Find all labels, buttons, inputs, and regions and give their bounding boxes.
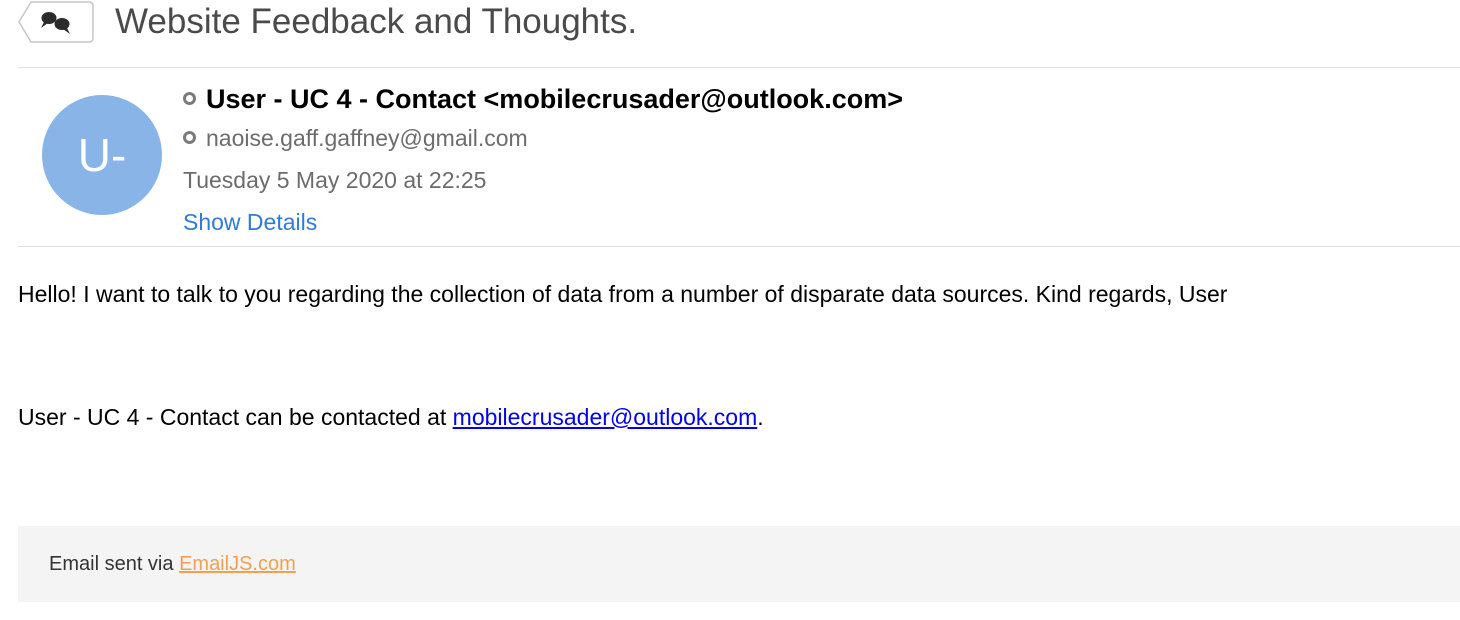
status-dot-icon [183, 92, 196, 106]
subject-bar: Website Feedback and Thoughts. [0, 0, 1460, 48]
status-dot-icon [183, 131, 196, 145]
speech-bubbles-icon [18, 1, 94, 43]
avatar: U- [42, 95, 162, 215]
footer-prefix: Email sent via [49, 553, 180, 575]
sent-date: Tuesday 5 May 2020 at 22:25 [183, 167, 487, 193]
from-line[interactable]: User - UC 4 - Contact <mobilecrusader@ou… [183, 82, 903, 116]
email-footer: Email sent via EmailJS.com [18, 526, 1460, 602]
subject-title: Website Feedback and Thoughts. [115, 2, 638, 41]
message-paragraph: Hello! I want to talk to you regarding t… [18, 281, 1228, 307]
from-address[interactable]: User - UC 4 - Contact <mobilecrusader@ou… [206, 84, 903, 114]
contact-line: User - UC 4 - Contact can be contacted a… [18, 402, 764, 432]
header-divider-top [18, 67, 1460, 68]
contact-prefix: User - UC 4 - Contact can be contacted a… [18, 404, 453, 430]
show-details-link[interactable]: Show Details [183, 207, 317, 237]
to-line[interactable]: naoise.gaff.gaffney@gmail.com [183, 123, 528, 153]
header-divider-bottom [18, 246, 1460, 247]
contact-email-link[interactable]: mobilecrusader@outlook.com [453, 404, 758, 430]
footer-text: Email sent via EmailJS.com [49, 549, 296, 579]
to-address[interactable]: naoise.gaff.gaffney@gmail.com [206, 125, 528, 151]
contact-suffix: . [757, 404, 764, 430]
thread-button[interactable] [17, 0, 95, 44]
email-view: Website Feedback and Thoughts. U- User -… [0, 0, 1460, 620]
emailjs-link[interactable]: EmailJS.com [179, 553, 296, 575]
